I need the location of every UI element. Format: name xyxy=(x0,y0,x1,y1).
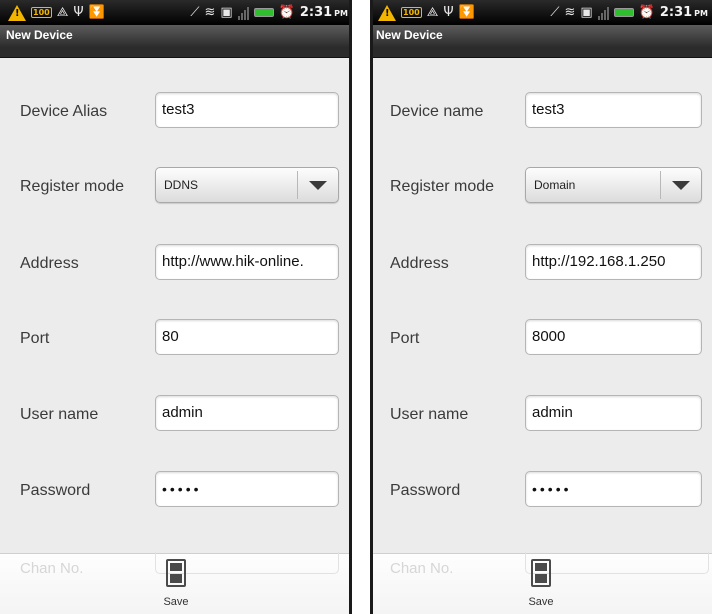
save-button[interactable]: Save xyxy=(511,556,571,614)
register-mode-value: DDNS xyxy=(164,178,199,192)
battery-saver-icon: 100 xyxy=(31,7,52,18)
status-bar: 100 ⟁ Ψ ⏬ ⟋ ≋ ▣ ⏰ 2:31PM xyxy=(0,0,352,25)
battery-saver-icon: 100 xyxy=(401,7,422,18)
warning-icon xyxy=(378,4,396,21)
bottom-action-bar: Chan No. Save xyxy=(370,552,712,614)
form-row-register-mode: Register mode DDNS xyxy=(0,167,352,207)
chevron-down-icon xyxy=(672,181,690,190)
sim-icon: ▣ xyxy=(220,5,233,20)
dropdown-divider xyxy=(297,171,298,199)
chan-no-label: Chan No. xyxy=(20,560,84,577)
port-field[interactable]: 8000 xyxy=(525,319,702,355)
password-field[interactable]: ••••• xyxy=(525,471,702,507)
form-row-user-name: User name admin xyxy=(0,395,352,435)
device-name-field[interactable]: test3 xyxy=(525,92,702,128)
device-alias-field[interactable]: test3 xyxy=(155,92,339,128)
sync-icon: ⟁ xyxy=(426,5,439,20)
port-field[interactable]: 80 xyxy=(155,319,339,355)
status-clock: 2:31 PM xyxy=(659,5,708,20)
wifi-icon: ≋ xyxy=(204,5,216,20)
alarm-icon: ⏰ xyxy=(278,5,295,20)
floppy-disk-icon xyxy=(531,559,551,587)
download-icon: ⏬ xyxy=(88,5,105,20)
user-name-label: User name xyxy=(390,406,469,423)
register-mode-label: Register mode xyxy=(390,178,495,195)
page-title: New Device xyxy=(6,28,73,42)
wifi-icon: ≋ xyxy=(564,5,576,20)
usb-icon: Ψ xyxy=(443,5,454,20)
form-row-address: Address http://www.hik-online. xyxy=(0,244,352,284)
device-name-label: Device name xyxy=(390,103,484,120)
device-screen-left: 100 ⟁ Ψ ⏬ ⟋ ≋ ▣ ⏰ 2:31PM New Device Devi… xyxy=(0,0,352,614)
form-row-port: Port 80 xyxy=(0,319,352,359)
battery-icon xyxy=(613,8,634,17)
device-alias-label: Device Alias xyxy=(20,103,108,120)
screen-edge xyxy=(370,0,373,614)
signal-icon xyxy=(237,6,249,20)
form-row-port: Port 8000 xyxy=(370,319,712,359)
form-row-device-alias: Device Alias test3 xyxy=(0,92,352,132)
form-row-register-mode: Register mode Domain xyxy=(370,167,712,207)
port-label: Port xyxy=(20,330,50,347)
password-label: Password xyxy=(390,482,461,499)
title-bar: New Device xyxy=(0,25,352,58)
chan-no-label: Chan No. xyxy=(390,560,454,577)
battery-icon xyxy=(253,8,274,17)
password-label: Password xyxy=(20,482,91,499)
status-clock: 2:31 PM xyxy=(299,5,348,20)
signal-icon xyxy=(597,6,609,20)
bottom-action-bar: Chan No. Save xyxy=(0,552,352,614)
register-mode-value: Domain xyxy=(534,178,576,192)
form-row-device-name: Device name test3 xyxy=(370,92,712,132)
address-field[interactable]: http://www.hik-online. xyxy=(155,244,339,280)
title-bar: New Device xyxy=(370,25,712,58)
alarm-icon: ⏰ xyxy=(638,5,655,20)
device-screen-right: 100 ⟁ Ψ ⏬ ⟋ ≋ ▣ ⏰ 2:31PM New Device Devi… xyxy=(370,0,712,614)
user-name-field[interactable]: admin xyxy=(525,395,702,431)
address-field[interactable]: http://192.168.1.250 xyxy=(525,244,702,280)
register-mode-dropdown[interactable]: Domain xyxy=(525,167,702,203)
form-row-user-name: User name admin xyxy=(370,395,712,435)
floppy-disk-icon xyxy=(166,559,186,587)
sim-icon: ▣ xyxy=(580,5,593,20)
save-label: Save xyxy=(528,596,554,608)
address-label: Address xyxy=(20,255,79,272)
port-label: Port xyxy=(390,330,420,347)
save-button[interactable]: Save xyxy=(146,556,206,614)
save-label: Save xyxy=(163,596,189,608)
screen-edge xyxy=(349,0,352,614)
download-icon: ⏬ xyxy=(458,5,475,20)
sync-icon: ⟁ xyxy=(56,5,69,20)
user-name-field[interactable]: admin xyxy=(155,395,339,431)
dropdown-divider xyxy=(660,171,661,199)
form-row-password: Password ••••• xyxy=(370,471,712,511)
user-name-label: User name xyxy=(20,406,99,423)
data-icon: ⟋ xyxy=(550,5,560,20)
warning-icon xyxy=(8,4,26,21)
status-bar: 100 ⟁ Ψ ⏬ ⟋ ≋ ▣ ⏰ 2:31PM xyxy=(370,0,712,25)
usb-icon: Ψ xyxy=(73,5,84,20)
data-icon: ⟋ xyxy=(190,5,200,20)
password-field[interactable]: ••••• xyxy=(155,471,339,507)
register-mode-label: Register mode xyxy=(20,178,125,195)
page-title: New Device xyxy=(376,28,443,42)
address-label: Address xyxy=(390,255,449,272)
chevron-down-icon xyxy=(309,181,327,190)
form-row-password: Password ••••• xyxy=(0,471,352,511)
register-mode-dropdown[interactable]: DDNS xyxy=(155,167,339,203)
form-row-address: Address http://192.168.1.250 xyxy=(370,244,712,284)
